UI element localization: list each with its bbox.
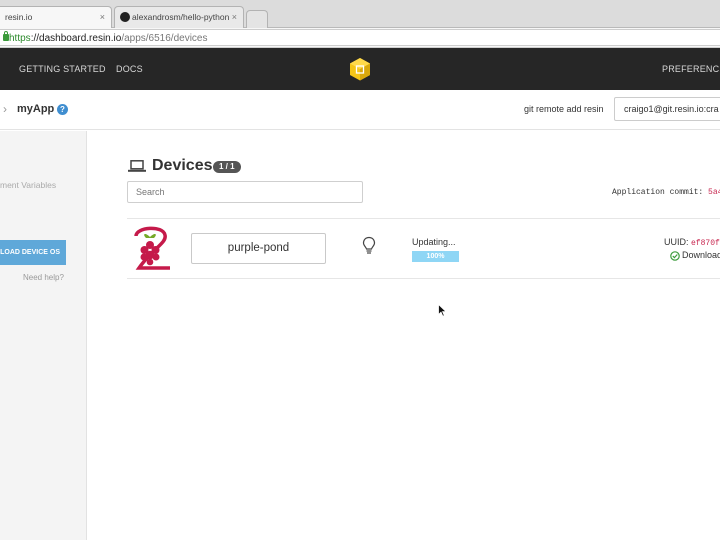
progress-text: 100% bbox=[426, 253, 445, 260]
commit-label: Application commit: bbox=[612, 188, 709, 197]
uuid-value: ef870f bbox=[691, 239, 720, 248]
device-uuid: UUID: ef870f bbox=[664, 237, 720, 248]
device-name-field[interactable]: purple-pond bbox=[191, 233, 326, 264]
update-progress-bar: 100% bbox=[412, 251, 459, 262]
download-device-os-button[interactable]: LOAD DEVICE OS bbox=[0, 240, 66, 265]
device-count-badge: 1 / 1 bbox=[213, 161, 241, 173]
sidebar: ment Variables LOAD DEVICE OS Need help? bbox=[0, 131, 87, 540]
new-tab-button[interactable] bbox=[246, 10, 268, 28]
tab-label: resin.io bbox=[5, 12, 33, 22]
nav-preferences[interactable]: PREFERENCES bbox=[662, 48, 720, 90]
app-subheader: › myApp ? git remote add resin bbox=[0, 90, 720, 130]
page-title: Devices bbox=[152, 157, 213, 174]
nav-getting-started[interactable]: GETTING STARTED bbox=[19, 48, 106, 90]
tab-label: alexandrosm/hello-python bbox=[132, 12, 230, 22]
browser-tab-github[interactable]: alexandrosm/hello-python × bbox=[114, 6, 244, 28]
url-path: /apps/6516/devices bbox=[121, 33, 208, 44]
github-icon bbox=[120, 12, 130, 22]
app-name[interactable]: myApp bbox=[17, 103, 54, 115]
search-input[interactable] bbox=[127, 181, 363, 203]
application-commit: Application commit: 5a4f bbox=[612, 188, 720, 197]
nav-docs[interactable]: DOCS bbox=[116, 48, 143, 90]
raspberry-pi-2-icon bbox=[134, 226, 170, 270]
breadcrumb-chevron-icon: › bbox=[3, 102, 7, 116]
laptop-icon bbox=[128, 160, 146, 172]
help-icon[interactable]: ? bbox=[57, 104, 68, 115]
mouse-cursor-icon bbox=[438, 304, 447, 317]
need-help-link[interactable]: Need help? bbox=[23, 273, 64, 282]
device-status: Updating... bbox=[412, 237, 456, 247]
tab-close-icon[interactable]: × bbox=[232, 7, 237, 27]
git-remote-field[interactable]: craigo1@git.resin.io:cra bbox=[614, 97, 720, 121]
commit-value: 5a4f bbox=[708, 188, 720, 197]
sidebar-item-environment-variables[interactable]: ment Variables bbox=[0, 180, 56, 190]
browser-tab-bar: resin.io × alexandrosm/hello-python × bbox=[0, 0, 720, 28]
identify-lightbulb-icon[interactable] bbox=[362, 236, 376, 256]
browser-tab-resin[interactable]: resin.io × bbox=[0, 6, 112, 28]
url-text: https://dashboard.resin.io/apps/6516/dev… bbox=[9, 31, 207, 46]
check-circle-icon bbox=[670, 251, 680, 261]
address-bar: https://dashboard.resin.io/apps/6516/dev… bbox=[0, 28, 720, 48]
url-protocol: https bbox=[9, 33, 31, 44]
resin-cube-icon[interactable] bbox=[349, 58, 371, 81]
url-input[interactable]: https://dashboard.resin.io/apps/6516/dev… bbox=[0, 29, 720, 46]
url-host: ://dashboard.resin.io bbox=[30, 33, 122, 44]
uuid-label: UUID: bbox=[664, 237, 691, 247]
tab-close-icon[interactable]: × bbox=[100, 7, 105, 27]
download-link[interactable]: Download bbox=[682, 250, 720, 260]
git-remote-label: git remote add resin bbox=[524, 104, 604, 114]
